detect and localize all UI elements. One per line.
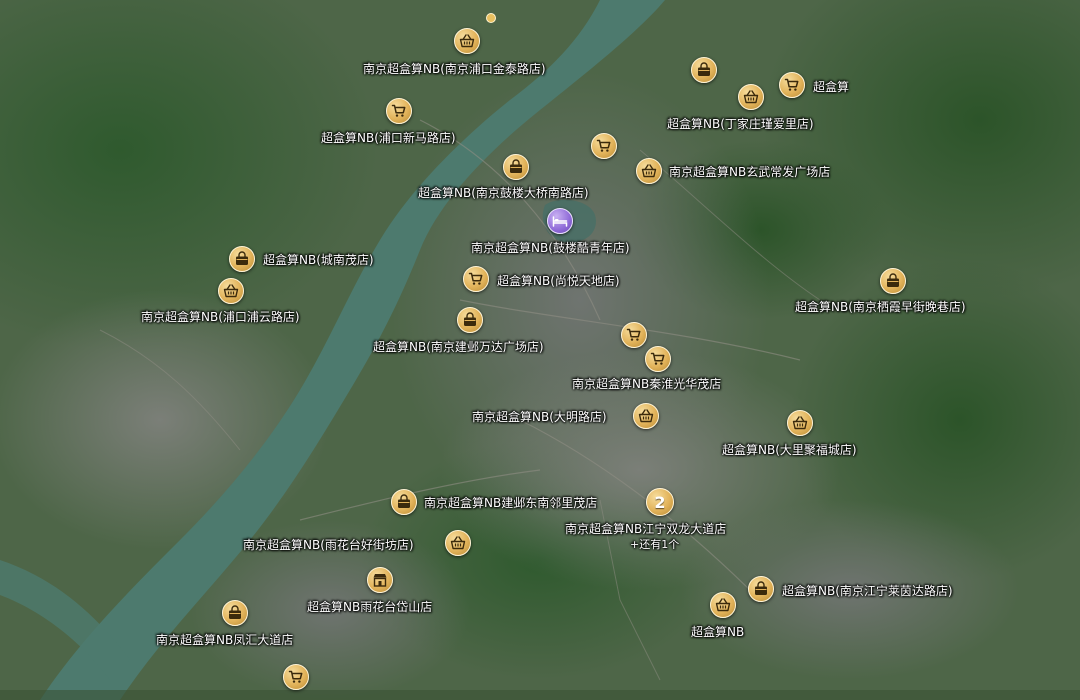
store-bag-icon [753,581,769,597]
poi-marker[interactable] [633,403,659,429]
cart-icon [596,138,612,154]
poi-label[interactable]: 超盒算NB [691,625,744,639]
cart-icon [784,77,800,93]
poi-marker[interactable] [503,154,529,180]
poi-label[interactable]: 超盒算NB(南京建邺万达广场店) [373,340,544,354]
poi-marker[interactable] [787,410,813,436]
poi-marker[interactable] [691,57,717,83]
storefront-icon [372,572,388,588]
cluster-label[interactable]: 南京超盒算NB江宁双龙大道店 [565,522,726,536]
poi-marker[interactable] [636,158,662,184]
poi-label[interactable]: 超盒算NB(大里聚福城店) [722,443,857,457]
store-bag-icon [462,312,478,328]
poi-marker[interactable] [710,592,736,618]
cart-icon [650,351,666,367]
poi-label[interactable]: 超盒算NB雨花台岱山店 [307,600,432,614]
store-bag-icon [696,62,712,78]
poi-marker[interactable] [463,266,489,292]
poi-marker[interactable] [454,28,480,54]
poi-label[interactable]: 超盒算NB(尚悦天地店) [497,274,620,288]
cluster-marker[interactable]: 2 [646,488,674,516]
cart-basket-icon [743,89,759,105]
poi-marker[interactable] [645,346,671,372]
poi-label[interactable]: 南京超盒算NB凤汇大道店 [156,633,293,647]
poi-marker[interactable] [367,567,393,593]
poi-label[interactable]: 南京超盒算NB秦淮光华茂店 [572,377,721,391]
poi-label[interactable]: 超盒算NB(浦口新马路店) [321,131,456,145]
poi-marker[interactable] [229,246,255,272]
poi-marker-selected[interactable] [547,208,573,234]
poi-label[interactable]: 南京超盒算NB(鼓楼酷青年店) [471,241,630,255]
cart-icon [468,271,484,287]
poi-label[interactable]: 南京超盒算NB(大明路店) [472,410,607,424]
poi-marker[interactable] [386,98,412,124]
poi-marker[interactable] [880,268,906,294]
poi-marker[interactable] [222,600,248,626]
poi-marker[interactable] [738,84,764,110]
poi-marker[interactable] [457,307,483,333]
cart-basket-icon [223,283,239,299]
poi-label[interactable]: 南京超盒算NB建邺东南邻里茂店 [424,496,597,510]
poi-label[interactable]: 超盒算NB(城南茂店) [263,253,374,267]
cluster-more-label[interactable]: +还有1个 [630,538,679,552]
satellite-map[interactable]: 南京超盒算NB(南京浦口金泰路店) 超盒算NB(浦口新马路店) 超盒算NB(南京… [0,0,1080,700]
poi-marker[interactable] [218,278,244,304]
cart-icon [288,669,304,685]
store-bag-icon [885,273,901,289]
cart-basket-icon [450,535,466,551]
cart-basket-icon [641,163,657,179]
poi-label[interactable]: 南京超盒算NB(雨花台好街坊店) [243,538,414,552]
store-bag-icon [227,605,243,621]
poi-marker[interactable] [779,72,805,98]
poi-marker[interactable] [748,576,774,602]
store-bag-icon [508,159,524,175]
poi-label[interactable]: 超盒算 [813,80,849,94]
cart-icon [391,103,407,119]
cart-icon [626,327,642,343]
poi-label[interactable]: 南京超盒算NB玄武常发广场店 [669,165,830,179]
poi-marker[interactable] [391,489,417,515]
poi-marker[interactable] [621,322,647,348]
poi-label[interactable]: 超盒算NB(南京栖霞早街晚巷店) [795,300,966,314]
poi-label[interactable]: 超盒算NB(南京鼓楼大桥南路店) [418,186,589,200]
map-dot[interactable] [486,13,496,23]
cart-basket-icon [715,597,731,613]
poi-label[interactable]: 南京超盒算NB(南京浦口金泰路店) [363,62,546,76]
cart-basket-icon [638,408,654,424]
cluster-count: 2 [654,492,666,512]
poi-label[interactable]: 超盒算NB(丁家庄瑾爱里店) [667,117,814,131]
poi-label[interactable]: 南京超盒算NB(浦口浦云路店) [141,310,300,324]
poi-marker[interactable] [445,530,471,556]
cart-basket-icon [792,415,808,431]
store-bag-icon [396,494,412,510]
hotel-bed-icon [552,213,568,229]
poi-label[interactable]: 超盒算NB(南京江宁莱茵达路店) [782,584,953,598]
store-bag-icon [234,251,250,267]
poi-marker[interactable] [591,133,617,159]
poi-marker[interactable] [283,664,309,690]
cart-basket-icon [459,33,475,49]
